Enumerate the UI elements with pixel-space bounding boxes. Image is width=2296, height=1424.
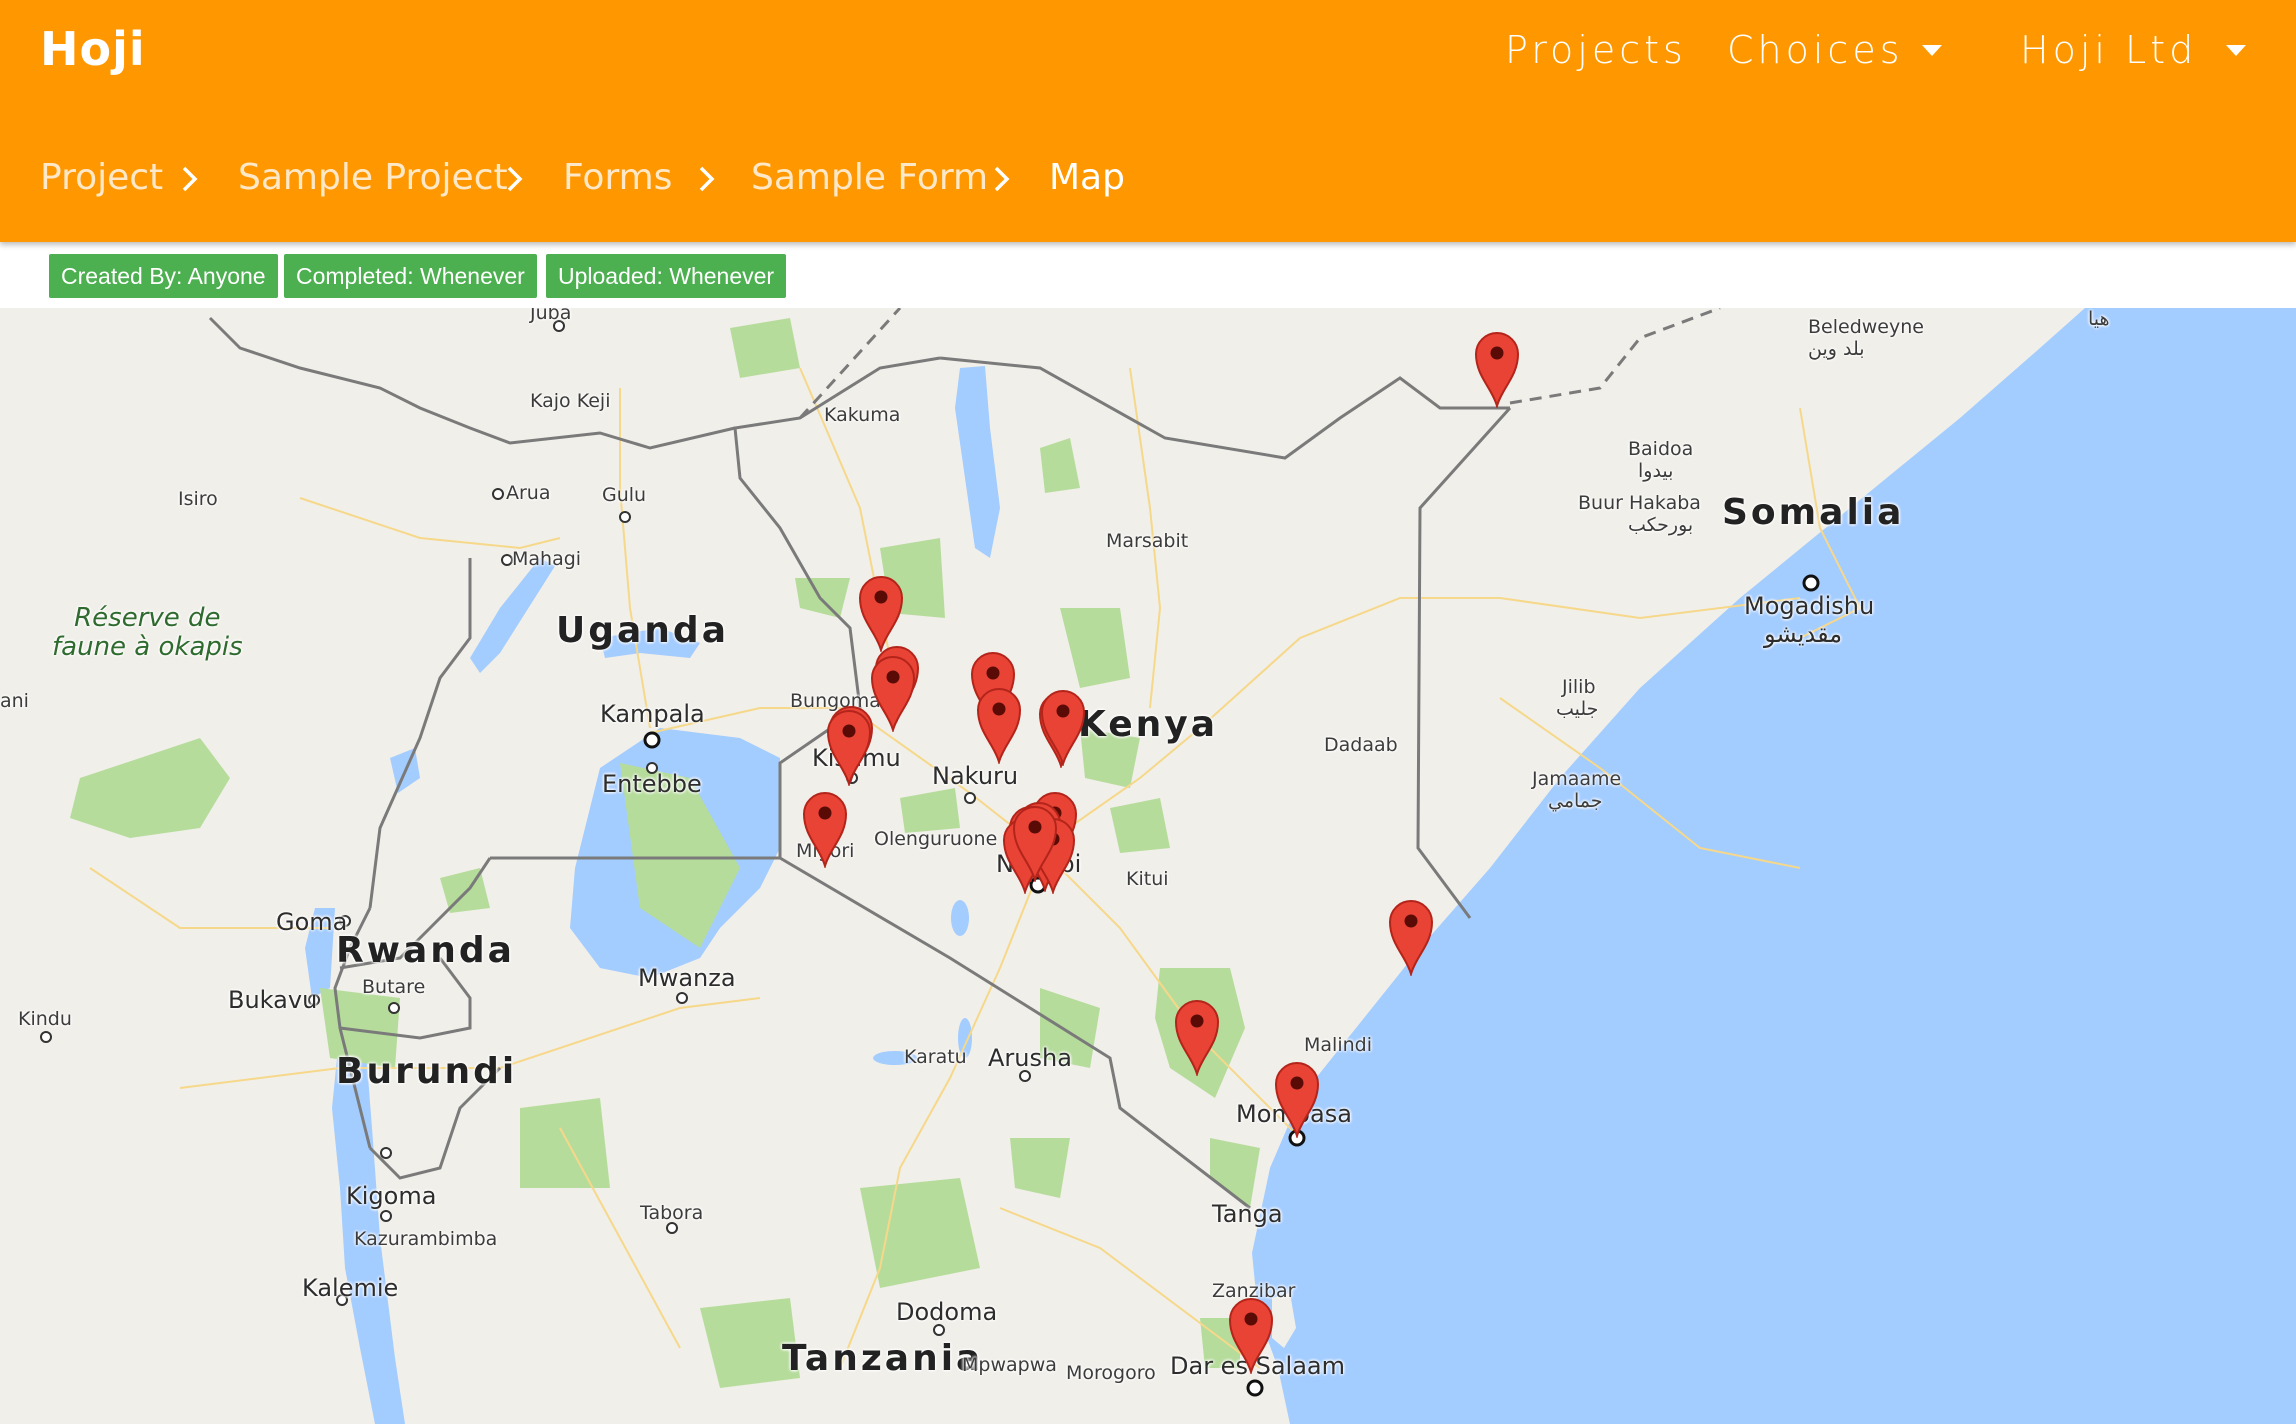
breadcrumb-project[interactable]: Project (40, 150, 163, 206)
breadcrumb-forms[interactable]: Forms (563, 150, 672, 206)
label-goma: Goma (276, 908, 348, 936)
label-kalemie: Kalemie (302, 1274, 399, 1302)
lake-turkana (955, 366, 1000, 558)
caret-down-icon (1922, 45, 1942, 56)
label-kakuma: Kakuma (824, 404, 901, 426)
map-pin-icon[interactable] (826, 708, 872, 786)
label-jamaame-arabic: جمامي (1548, 790, 1603, 812)
nav-projects-link[interactable]: Projects (1505, 22, 1687, 78)
breadcrumb-sample-form[interactable]: Sample Form (751, 150, 988, 206)
label-entebbe: Entebbe (602, 770, 702, 798)
label-olenguruone: Olenguruone (874, 828, 998, 850)
label-okapi-reserve: Réserve de faune à okapis (52, 604, 243, 662)
label-kindu: Kindu (18, 1008, 72, 1030)
chevron-right-icon (507, 166, 523, 192)
label-tanzania: Tanzania (782, 1338, 984, 1379)
label-jilib: Jilib (1562, 676, 1596, 698)
chevron-right-icon (994, 166, 1010, 192)
protected-areas (70, 318, 1260, 1388)
label-buur-hakaba: Buur Hakaba (1578, 492, 1701, 514)
dar-es-salaam-dot (1246, 1379, 1264, 1397)
label-kajo-keji: Kajo Keji (530, 390, 611, 412)
label-butare: Butare (362, 976, 426, 998)
app-header: Hoji Projects Choices Hoji Ltd Project S… (0, 0, 2296, 242)
label-ani: ani (0, 690, 29, 712)
label-jilib-arabic: جليب (1556, 698, 1599, 720)
map-pin-icon[interactable] (1012, 804, 1058, 882)
label-mogadishu-arabic: مقديشو (1764, 620, 1843, 648)
breadcrumb-sample-project[interactable]: Sample Project (238, 150, 508, 206)
label-beledweyne: Beledweyne (1808, 316, 1924, 338)
label-kampala: Kampala (600, 700, 705, 728)
label-uganda: Uganda (556, 610, 729, 651)
caret-down-icon (2226, 45, 2246, 56)
nav-org-dropdown[interactable]: Hoji Ltd (2020, 22, 2265, 78)
filter-bar: Created By: Anyone Completed: Whenever U… (0, 242, 2296, 308)
label-bukavu: Bukavu (228, 986, 318, 1014)
map-pin-icon[interactable] (1274, 1060, 1320, 1138)
label-kigoma: Kigoma (346, 1182, 437, 1210)
nav-org-label: Hoji Ltd (2020, 28, 2198, 72)
nav-choices-label: Choices (1727, 28, 1904, 72)
map-pin-icon[interactable] (976, 686, 1022, 764)
chevron-right-icon (699, 166, 715, 192)
label-buur-hakaba-arabic: بورحكب (1628, 514, 1694, 536)
label-mwanza: Mwanza (638, 964, 736, 992)
label-kenya: Kenya (1078, 704, 1219, 745)
map-pin-icon[interactable] (1174, 998, 1220, 1076)
label-karatu: Karatu (904, 1046, 967, 1068)
label-mogadishu: Mogadishu (1744, 592, 1875, 620)
label-baidoa: Baidoa (1628, 438, 1694, 460)
label-mahagi: Mahagi (512, 548, 582, 570)
map-pin-icon[interactable] (1228, 1296, 1274, 1374)
label-marsabit: Marsabit (1106, 530, 1189, 552)
label-isiro: Isiro (178, 488, 218, 510)
label-kazurambimba: Kazurambimba (354, 1228, 498, 1250)
label-okapi-reserve-line2: faune à okapis (52, 632, 243, 662)
label-mpwapwa: Mpwapwa (962, 1354, 1057, 1376)
map-pin-icon[interactable] (1474, 330, 1520, 408)
somaliland-dashed-border (1509, 308, 1721, 405)
filter-created-by-chip[interactable]: Created By: Anyone (49, 254, 278, 298)
label-gulu: Gulu (602, 484, 647, 506)
kampala-dot (643, 731, 661, 749)
label-tabora: Tabora (640, 1202, 704, 1224)
label-arua: Arua (506, 482, 551, 504)
label-rwanda: Rwanda (336, 930, 515, 971)
ethiopia-dashed-border (798, 308, 902, 420)
label-baidoa-arabic: بيدوا (1638, 460, 1674, 482)
filter-completed-chip[interactable]: Completed: Whenever (284, 254, 537, 298)
label-beledweyne-arabic: بلد وين (1808, 338, 1865, 360)
label-hiiraan-arabic: هيا (2088, 308, 2110, 330)
label-juba: Juba (530, 308, 572, 324)
breadcrumb-map: Map (1049, 157, 1125, 198)
label-jamaame: Jamaame (1532, 768, 1622, 790)
label-tanga: Tanga (1212, 1200, 1283, 1228)
lake-albert (470, 558, 555, 673)
label-burundi: Burundi (336, 1051, 518, 1092)
top-nav: Projects Choices Hoji Ltd (0, 22, 2296, 78)
map-pin-icon[interactable] (802, 790, 848, 868)
map-pin-icon[interactable] (1388, 898, 1434, 976)
nav-choices-dropdown[interactable]: Choices (1727, 22, 1957, 78)
map-pin-icon[interactable] (1040, 688, 1086, 766)
map-base-layer (40, 308, 2296, 1424)
indian-ocean (1252, 308, 2296, 1424)
filter-uploaded-chip[interactable]: Uploaded: Whenever (546, 254, 787, 298)
label-somalia: Somalia (1722, 492, 1905, 533)
label-malindi: Malindi (1304, 1034, 1372, 1056)
label-dodoma: Dodoma (896, 1298, 998, 1326)
lake-natron (951, 900, 969, 936)
map-view[interactable]: Uganda Kenya Somalia Rwanda Burundi Tanz… (0, 308, 2296, 1424)
label-nakuru: Nakuru (932, 762, 1019, 790)
mogadishu-dot (1802, 574, 1820, 592)
label-dadaab: Dadaab (1324, 734, 1398, 756)
label-okapi-reserve-line1: Réserve de (74, 603, 221, 633)
label-kitui: Kitui (1126, 868, 1169, 890)
map-pin-icon[interactable] (870, 654, 916, 732)
label-morogoro: Morogoro (1066, 1362, 1156, 1384)
chevron-right-icon (182, 166, 198, 192)
label-arusha: Arusha (988, 1044, 1072, 1072)
map-pin-icon[interactable] (858, 574, 904, 652)
